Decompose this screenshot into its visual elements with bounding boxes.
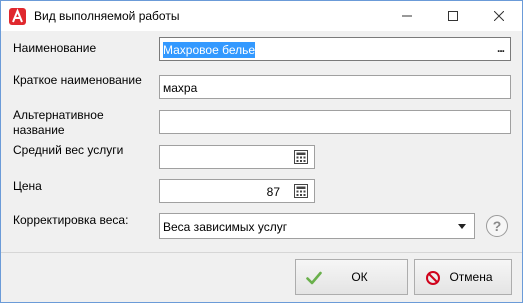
short-name-label: Краткое наименование [13,73,142,87]
name-field[interactable]: Махровое белье ... [159,37,511,61]
weight-correction-label: Корректировка веса: [13,213,129,227]
window-title: Вид выполняемой работы [34,9,180,23]
title-bar: Вид выполняемой работы [1,1,522,31]
name-field-value: Махровое белье [163,42,256,58]
calculator-icon[interactable] [294,150,308,164]
maximize-icon [448,11,458,21]
dialog-window: Вид выполняемой работы Наименование Махр… [0,0,523,303]
avg-weight-field[interactable] [159,145,315,169]
weight-correction-value: Веса зависимых услуг [163,220,288,234]
price-field[interactable]: 87 [159,179,315,203]
ok-button-label: ОК [351,270,368,284]
short-name-value: махра [163,81,198,95]
alt-name-label-line1: Альтернативное [13,108,104,122]
name-lookup-button[interactable]: ... [497,41,505,55]
alt-name-field[interactable] [159,110,511,134]
calculator-icon[interactable] [294,184,308,198]
alt-name-label-line2: название [13,123,65,137]
form-area: Наименование Махровое белье ... Краткое … [1,31,522,251]
help-icon[interactable]: ? [486,215,508,237]
cancel-button[interactable]: Отмена [414,259,512,295]
minimize-button[interactable] [384,1,430,31]
price-value: 87 [266,185,280,199]
app-logo-icon [9,8,26,25]
ok-button[interactable]: ОК [295,259,408,295]
weight-correction-select[interactable]: Веса зависимых услуг [159,213,475,239]
price-label: Цена [13,179,42,193]
avg-weight-label: Средний вес услуги [13,143,124,157]
maximize-button[interactable] [430,1,476,31]
minimize-icon [402,15,412,17]
short-name-field[interactable]: махра [159,75,511,99]
close-button[interactable] [476,1,522,31]
close-icon [494,11,504,21]
dialog-footer: ОК Отмена [1,252,522,302]
chevron-down-icon[interactable] [458,224,466,229]
name-label: Наименование [13,41,97,55]
cancel-button-label: Отмена [449,270,493,284]
